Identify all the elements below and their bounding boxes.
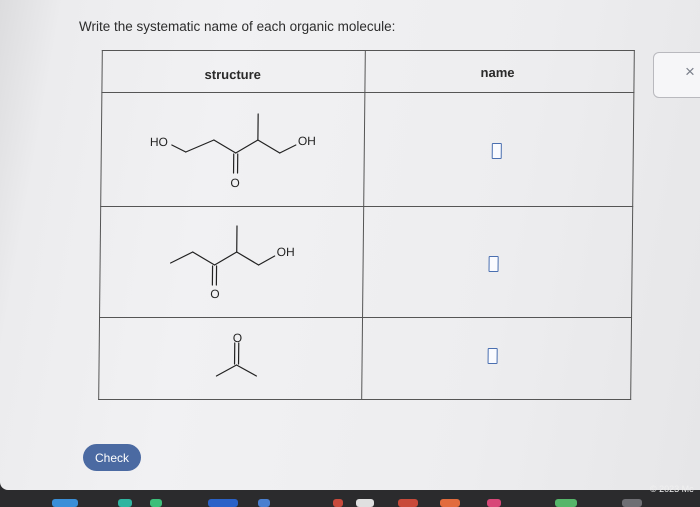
table-border-top [102,50,635,51]
hydroxyl-label: OH [298,134,316,148]
dock-app-icon[interactable] [258,499,270,507]
name-answer-input-2[interactable] [489,256,499,272]
dock-app-icon[interactable] [356,499,374,507]
dock-app-icon[interactable] [118,499,132,507]
molecule-structure-1: HO OH O [140,100,341,195]
name-answer-input-1[interactable] [492,143,502,159]
table-row-divider [99,317,632,318]
carbonyl-oxygen-label: O [230,176,239,190]
dock-app-icon[interactable] [622,499,642,507]
table-header-divider [101,92,634,93]
check-button[interactable]: Check [83,444,141,471]
table-border-left [98,50,103,400]
taskbar-dock [0,490,700,505]
question-prompt: Write the systematic name of each organi… [79,19,395,34]
hydroxyl-label: OH [277,245,295,259]
name-answer-input-3[interactable] [488,348,498,364]
dock-app-icon[interactable] [52,499,78,507]
copyright-notice: © 2023 Mc [650,484,694,494]
name-column-header: name [481,65,515,80]
dock-app-icon[interactable] [440,499,460,507]
dock-app-icon[interactable] [333,499,343,507]
table-border-bottom [98,399,631,400]
table-row-divider [100,206,633,207]
question-page: Write the systematic name of each organi… [0,0,700,490]
dock-app-icon[interactable] [208,499,238,507]
dock-app-icon[interactable] [398,499,418,507]
dock-app-icon[interactable] [555,499,577,507]
structure-name-table: structure name HO OH O [98,50,635,400]
carbonyl-oxygen-label: O [210,287,219,301]
close-icon[interactable]: × [685,62,695,82]
table-border-right [630,50,635,400]
molecule-structure-2: OH O [159,212,310,302]
carbonyl-oxygen-label: O [233,331,242,345]
dock-app-icon[interactable] [487,499,501,507]
molecule-structure-3: O [198,325,279,385]
dock-app-icon[interactable] [150,499,162,507]
table-column-divider [361,50,366,400]
structure-column-header: structure [204,67,261,82]
hydroxyl-label: HO [150,135,168,149]
